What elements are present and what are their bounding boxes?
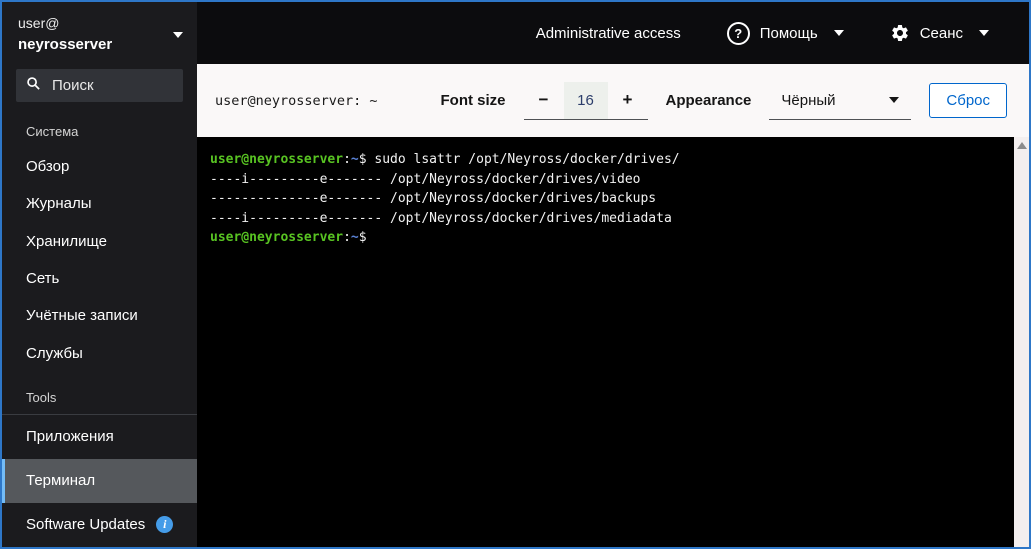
nav-section-system: Система — [2, 106, 197, 148]
sidebar-item-accounts[interactable]: Учётные записи — [2, 297, 197, 334]
sidebar-item-label: Software Updates — [26, 516, 145, 533]
nav-section-tools: Tools — [2, 372, 197, 414]
prompt-user: user@neyrosserver — [210, 230, 343, 245]
host-user: user@ — [18, 14, 181, 32]
sidebar-search — [16, 69, 183, 102]
terminal-session-title: user@neyrosserver: ~ — [215, 93, 378, 109]
terminal-line: ----i---------e------- /opt/Neyross/dock… — [210, 209, 1014, 229]
terminal-pane: user@neyrosserver:~$ sudo lsattr /opt/Ne… — [197, 137, 1029, 547]
prompt-user: user@neyrosserver — [210, 152, 343, 167]
sidebar-item-logs[interactable]: Журналы — [2, 185, 197, 222]
reset-button[interactable]: Сброс — [929, 83, 1007, 118]
sidebar: user@ neyrosserver Система Обзор Журналы… — [2, 2, 197, 547]
sidebar-item-networking[interactable]: Сеть — [2, 260, 197, 297]
chevron-down-icon — [834, 30, 844, 36]
info-icon[interactable]: i — [156, 516, 173, 533]
prompt-path: ~ — [351, 230, 359, 245]
terminal-line: user@neyrosserver:~$ — [210, 228, 1014, 248]
terminal-command: sudo lsattr /opt/Neyross/docker/drives/ — [367, 152, 680, 167]
sidebar-item-software-updates[interactable]: Software Updates i — [2, 503, 197, 547]
chevron-down-icon — [889, 97, 899, 103]
host-name: neyrosserver — [18, 35, 181, 55]
font-size-stepper: − + — [524, 82, 648, 120]
session-menu-label: Сеанс — [920, 25, 963, 42]
chevron-down-icon — [173, 32, 183, 38]
prompt-path: ~ — [351, 152, 359, 167]
appearance-select[interactable]: Чёрный — [769, 82, 911, 120]
admin-access-indicator[interactable]: Administrative access — [536, 25, 681, 42]
terminal-scrollbar[interactable] — [1014, 137, 1029, 547]
session-menu[interactable]: Сеанс — [890, 23, 989, 43]
terminal-screen[interactable]: user@neyrosserver:~$ sudo lsattr /opt/Ne… — [197, 137, 1014, 547]
search-icon — [26, 76, 41, 96]
terminal-line: ----i---------e------- /opt/Neyross/dock… — [210, 170, 1014, 190]
terminal-toolbar: user@neyrosserver: ~ Font size − + Appea… — [197, 64, 1029, 137]
tools-group: Приложения Терминал Software Updates i — [2, 414, 197, 547]
help-menu[interactable]: ? Помощь — [727, 22, 844, 45]
main-area: Administrative access ? Помощь Сеанс use… — [197, 2, 1029, 547]
sidebar-item-storage[interactable]: Хранилище — [2, 223, 197, 260]
sidebar-item-applications[interactable]: Приложения — [2, 414, 197, 459]
sidebar-nav: Система Обзор Журналы Хранилище Сеть Учё… — [2, 106, 197, 547]
masthead: Administrative access ? Помощь Сеанс — [197, 2, 1029, 64]
terminal-line: user@neyrosserver:~$ sudo lsattr /opt/Ne… — [210, 150, 1014, 170]
sidebar-item-overview[interactable]: Обзор — [2, 148, 197, 185]
font-size-label: Font size — [441, 92, 506, 109]
question-circle-icon: ? — [727, 22, 750, 45]
font-size-value-input[interactable] — [564, 82, 608, 119]
appearance-selected-value: Чёрный — [781, 92, 835, 109]
terminal-line: --------------e------- /opt/Neyross/dock… — [210, 189, 1014, 209]
search-input[interactable] — [50, 76, 173, 95]
scroll-up-icon[interactable] — [1017, 142, 1027, 149]
sidebar-item-terminal[interactable]: Терминал — [2, 459, 197, 503]
font-size-decrease-button[interactable]: − — [524, 82, 564, 119]
cockpit-window: user@ neyrosserver Система Обзор Журналы… — [0, 0, 1031, 549]
chevron-down-icon — [979, 30, 989, 36]
sidebar-item-services[interactable]: Службы — [2, 335, 197, 372]
host-switcher[interactable]: user@ neyrosserver — [2, 2, 197, 61]
help-menu-label: Помощь — [760, 25, 818, 42]
appearance-label: Appearance — [666, 92, 752, 109]
gear-icon — [890, 23, 910, 43]
font-size-increase-button[interactable]: + — [608, 82, 648, 119]
